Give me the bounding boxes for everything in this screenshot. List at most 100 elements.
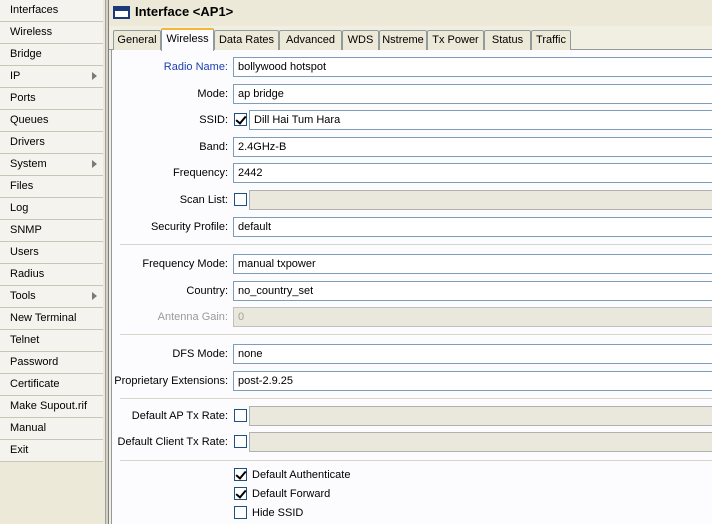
default-forward-checkbox[interactable] [234,487,247,500]
tab-status[interactable]: Status [484,30,531,50]
proprietary-extensions-label: Proprietary Extensions: [114,375,228,387]
scan-list-label: Scan List: [179,194,228,206]
tab-advanced[interactable]: Advanced [279,30,342,50]
sidebar-item-bridge[interactable]: Bridge [0,44,103,66]
wireless-form-panel: Radio Name: bollywood hotspot Mode: ap b… [111,50,712,524]
hide-ssid-checkbox[interactable] [234,506,247,519]
tab-bar: General Wireless Data Rates Advanced WDS Nstr… [109,28,712,51]
sidebar-item-label: System [10,158,47,170]
sidebar-item-label: Wireless [10,26,53,38]
band-label: Band: [199,141,228,153]
default-forward-label: Default Forward [252,488,331,500]
sidebar-item-files[interactable]: Files [0,176,103,198]
sidebar-item-make-supout-rif[interactable]: Make Supout.rif [0,396,103,418]
proprietary-extensions-select[interactable]: post-2.9.25 [233,371,712,391]
separator [120,460,712,461]
window-icon [113,6,130,19]
sidebar-item-label: Make Supout.rif [10,400,88,412]
radio-name-label: Radio Name: [163,61,228,73]
sidebar-item-label: Ports [10,92,36,104]
scan-list-field[interactable] [249,190,712,210]
security-profile-label: Security Profile: [150,221,228,233]
antenna-gain-field: 0 [233,307,712,327]
sidebar-item-system[interactable]: System [0,154,103,176]
scan-list-checkbox[interactable] [234,193,247,206]
sidebar-item-exit[interactable]: Exit [0,440,103,462]
sidebar-item-label: Radius [10,268,45,280]
sidebar-item-log[interactable]: Log [0,198,103,220]
default-client-tx-rate-label: Default Client Tx Rate: [117,436,228,448]
submenu-arrow-icon [92,72,97,80]
tab-general[interactable]: General [113,30,161,50]
sidebar-item-label: Tools [10,290,36,302]
tab-data-rates[interactable]: Data Rates [214,30,279,50]
sidebar-item-label: Telnet [10,334,40,346]
default-ap-tx-rate-checkbox[interactable] [234,409,247,422]
tab-wireless[interactable]: Wireless [161,28,214,51]
sidebar-item-label: Manual [10,422,47,434]
sidebar-item-label: Queues [10,114,49,126]
window-titlebar: Interface <AP1> [109,0,712,26]
sidebar-item-label: Exit [10,444,29,456]
dfs-mode-label: DFS Mode: [172,348,228,360]
default-ap-tx-rate-field[interactable] [249,406,712,426]
sidebar-item-label: Interfaces [10,4,59,16]
frequency-mode-select[interactable]: manual txpower [233,254,712,274]
sidebar-item-manual[interactable]: Manual [0,418,103,440]
frequency-label: Frequency: [172,167,228,179]
sidebar-item-label: Drivers [10,136,45,148]
tab-traffic[interactable]: Traffic [531,30,571,50]
security-profile-select[interactable]: default [233,217,712,237]
sidebar-item-radius[interactable]: Radius [0,264,103,286]
default-ap-tx-rate-label: Default AP Tx Rate: [131,410,228,422]
sidebar-item-ip[interactable]: IP [0,66,103,88]
sidebar-item-users[interactable]: Users [0,242,103,264]
sidebar-item-label: IP [10,70,21,82]
frequency-select[interactable]: 2442 [233,163,712,183]
sidebar-item-label: Log [10,202,29,214]
separator [120,334,712,335]
radio-name-field[interactable]: bollywood hotspot [233,57,712,77]
sidebar-item-tools[interactable]: Tools [0,286,103,308]
tab-nstreme[interactable]: Nstreme [379,30,427,50]
submenu-arrow-icon [92,292,97,300]
mode-label: Mode: [197,88,228,100]
submenu-arrow-icon [92,160,97,168]
sidebar-item-label: Password [10,356,59,368]
sidebar-item-ports[interactable]: Ports [0,88,103,110]
ssid-checkbox[interactable] [234,113,247,126]
sidebar-item-password[interactable]: Password [0,352,103,374]
sidebar-item-wireless[interactable]: Wireless [0,22,103,44]
default-authenticate-label: Default Authenticate [252,469,351,481]
sidebar-menu: Interfaces Wireless Bridge IP Ports Queues Dri… [0,0,106,524]
tab-wds[interactable]: WDS [342,30,379,50]
country-select[interactable]: no_country_set [233,281,712,301]
sidebar-item-queues[interactable]: Queues [0,110,103,132]
sidebar-item-certificate[interactable]: Certificate [0,374,103,396]
sidebar-item-interfaces[interactable]: Interfaces [0,0,103,22]
hide-ssid-label: Hide SSID [252,507,304,519]
default-authenticate-checkbox[interactable] [234,468,247,481]
ssid-field[interactable]: Dill Hai Tum Hara [249,110,712,130]
sidebar-item-label: Bridge [10,48,42,60]
ssid-label: SSID: [199,114,228,126]
sidebar-item-label: Users [10,246,39,258]
default-client-tx-rate-field[interactable] [249,432,712,452]
separator [120,244,712,245]
sidebar-item-label: Certificate [10,378,60,390]
tab-tx-power[interactable]: Tx Power [427,30,484,50]
dfs-mode-select[interactable]: none [233,344,712,364]
sidebar-item-telnet[interactable]: Telnet [0,330,103,352]
mode-select[interactable]: ap bridge [233,84,712,104]
antenna-gain-label: Antenna Gain: [157,311,228,323]
interface-window: Interface <AP1> General Wireless Data Rate… [108,0,712,524]
country-label: Country: [186,285,228,297]
band-select[interactable]: 2.4GHz-B [233,137,712,157]
sidebar-item-new-terminal[interactable]: New Terminal [0,308,103,330]
default-client-tx-rate-checkbox[interactable] [234,435,247,448]
sidebar-item-drivers[interactable]: Drivers [0,132,103,154]
sidebar-item-label: Files [10,180,34,192]
separator [120,398,712,399]
sidebar-item-snmp[interactable]: SNMP [0,220,103,242]
frequency-mode-label: Frequency Mode: [142,258,228,270]
